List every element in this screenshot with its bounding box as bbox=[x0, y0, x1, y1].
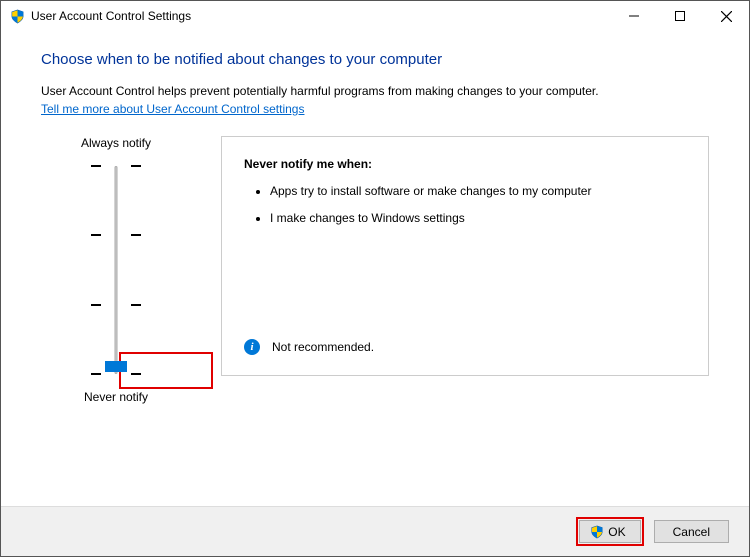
slider-label-top: Always notify bbox=[81, 136, 151, 150]
slider-column: Always notify Never notify bbox=[41, 136, 191, 404]
maximize-button[interactable] bbox=[657, 1, 703, 31]
slider-tick bbox=[91, 229, 141, 241]
button-row: OK Cancel bbox=[1, 506, 749, 556]
content-area: Choose when to be notified about changes… bbox=[1, 31, 749, 404]
info-panel: Never notify me when: Apps try to instal… bbox=[221, 136, 709, 376]
slider-thumb[interactable] bbox=[105, 361, 127, 372]
learn-more-link[interactable]: Tell me more about User Account Control … bbox=[41, 102, 304, 116]
minimize-button[interactable] bbox=[611, 1, 657, 31]
uac-shield-icon bbox=[590, 525, 604, 539]
uac-slider[interactable] bbox=[91, 160, 141, 380]
uac-shield-icon bbox=[9, 8, 25, 24]
cancel-button-label: Cancel bbox=[673, 525, 710, 539]
slider-label-bottom: Never notify bbox=[84, 390, 148, 404]
info-footer: i Not recommended. bbox=[244, 339, 686, 355]
info-item: I make changes to Windows settings bbox=[270, 210, 686, 227]
page-heading: Choose when to be notified about changes… bbox=[41, 51, 709, 68]
titlebar: User Account Control Settings bbox=[1, 1, 749, 31]
info-icon: i bbox=[244, 339, 260, 355]
ok-button-label: OK bbox=[608, 525, 625, 539]
info-title: Never notify me when: bbox=[244, 157, 686, 171]
info-list: Apps try to install software or make cha… bbox=[244, 183, 686, 237]
description-text: User Account Control helps prevent poten… bbox=[41, 82, 709, 118]
description: User Account Control helps prevent poten… bbox=[41, 84, 599, 98]
slider-track-line bbox=[115, 166, 118, 374]
window-title: User Account Control Settings bbox=[31, 9, 611, 23]
window-controls bbox=[611, 1, 749, 31]
close-button[interactable] bbox=[703, 1, 749, 31]
main-area: Always notify Never notify Never notify bbox=[41, 136, 709, 404]
cancel-button[interactable]: Cancel bbox=[654, 520, 729, 543]
slider-tick bbox=[91, 299, 141, 311]
slider-wrapper bbox=[91, 160, 141, 380]
ok-button[interactable]: OK bbox=[579, 520, 640, 543]
info-item: Apps try to install software or make cha… bbox=[270, 183, 686, 200]
uac-settings-window: User Account Control Settings Choose whe… bbox=[0, 0, 750, 557]
info-footer-text: Not recommended. bbox=[272, 340, 374, 354]
annotation-highlight: OK bbox=[576, 517, 643, 546]
slider-tick bbox=[91, 160, 141, 172]
